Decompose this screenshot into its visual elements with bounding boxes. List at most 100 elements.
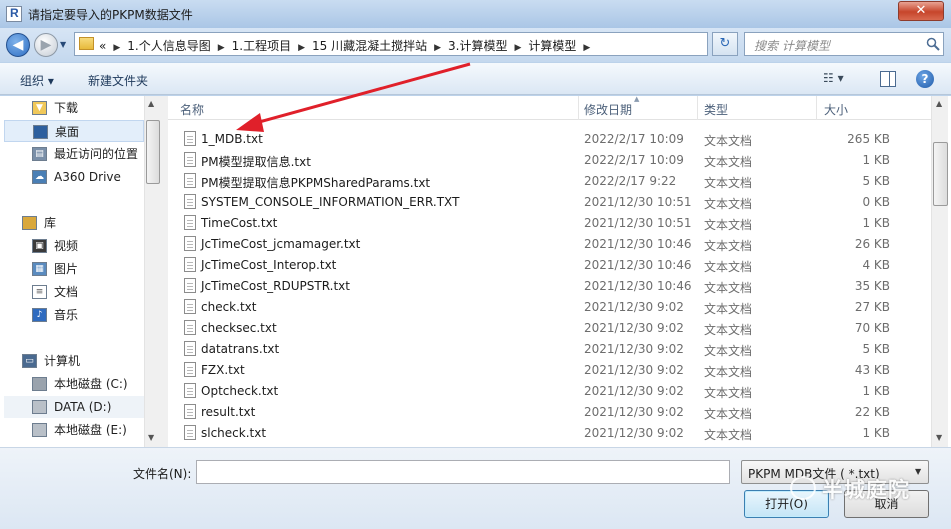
breadcrumb-chevron-icon[interactable]: ▶ [218, 43, 225, 53]
title-bar: 请指定要导入的PKPM数据文件 ✕ [0, 0, 951, 28]
file-type: 文本文档 [704, 176, 753, 190]
breadcrumb-item[interactable]: 3.计算模型 [448, 39, 507, 53]
sidebar-item[interactable]: 本地磁盘 (E:) [4, 419, 144, 441]
table-row[interactable]: PM模型提取信息PKPMSharedParams.txt 2022/2/17 9:… [168, 171, 931, 192]
file-date: 2021/12/30 9:02 [584, 321, 684, 335]
file-date: 2021/12/30 10:51 [584, 195, 692, 209]
file-name-input[interactable]: ▼ [196, 460, 915, 484]
sidebar-item[interactable]: ▣ 视频 [4, 235, 144, 257]
sidebar-item-label: 文档 [54, 285, 79, 299]
text-file-icon [184, 425, 196, 440]
library-icon [22, 216, 37, 230]
text-file-icon [184, 215, 196, 230]
column-divider[interactable] [697, 96, 698, 120]
breadcrumb-overflow[interactable]: « [99, 39, 106, 53]
table-row[interactable]: 1_MDB.txt 2022/2/17 10:09 文本文档 265 KB [168, 129, 931, 150]
file-type: 文本文档 [704, 218, 753, 232]
table-row[interactable]: slcheck.txt 2021/12/30 9:02 文本文档 1 KB [168, 423, 931, 444]
file-size: 22 KB [854, 405, 890, 419]
search-box[interactable]: 搜索 计算模型 [744, 32, 944, 56]
forward-button[interactable]: ▶ [34, 33, 58, 57]
sidebar-item[interactable]: 库 [4, 212, 144, 234]
sidebar-item[interactable]: ▦ 图片 [4, 258, 144, 280]
table-row[interactable]: datatrans.txt 2021/12/30 9:02 文本文档 5 KB [168, 339, 931, 360]
file-type: 文本文档 [704, 386, 753, 400]
pane-splitter[interactable] [160, 96, 168, 447]
new-folder-button[interactable]: 新建文件夹 [88, 72, 148, 89]
sidebar-item[interactable]: ▼ 下载 [4, 97, 144, 119]
text-file-icon [184, 320, 196, 335]
sidebar-item[interactable]: ▭ 计算机 [4, 350, 144, 372]
column-divider[interactable] [816, 96, 817, 120]
breadcrumb-item[interactable]: 1.工程项目 [232, 39, 291, 53]
column-type[interactable]: 类型 [704, 101, 728, 118]
column-size[interactable]: 大小 [824, 101, 848, 118]
back-button[interactable]: ◀ [6, 33, 30, 57]
table-row[interactable]: JcTimeCost_jcmamager.txt 2021/12/30 10:46… [168, 234, 931, 255]
scrollbar-thumb[interactable] [933, 142, 948, 206]
sidebar-item[interactable]: ☁ A360 Drive [4, 166, 144, 188]
refresh-button[interactable]: ↻ [712, 32, 738, 56]
address-bar[interactable]: « ▶ 1.个人信息导图 ▶ 1.工程项目 ▶ 15 川藏混凝土搅拌站 ▶ 3.计算模型 ▶ 计算模… [74, 32, 777, 56]
column-header: 名称 ▲ 修改日期 类型 大小 [168, 95, 931, 120]
table-row[interactable]: result.txt 2021/12/30 9:02 文本文档 22 KB [168, 402, 931, 423]
sidebar-item[interactable]: ≡ 文档 [4, 281, 144, 303]
file-name: TimeCost.txt [201, 216, 278, 230]
table-row[interactable]: SYSTEM_CONSOLE_INFORMATION_ERR.TXT 2021/1… [168, 192, 931, 213]
file-size: 265 KB [847, 132, 890, 146]
breadcrumb: « ▶ 1.个人信息导图 ▶ 1.工程项目 ▶ 15 川藏混凝土搅拌站 ▶ 3.计算模型 ▶ 计算模… [99, 37, 597, 54]
sidebar-item[interactable]: ▤ 最近访问的位置 [4, 143, 144, 165]
breadcrumb-item[interactable]: 1.个人信息导图 [127, 39, 210, 53]
column-name[interactable]: 名称 [180, 101, 204, 118]
music-icon: ♪ [32, 308, 47, 322]
column-date[interactable]: 修改日期 [584, 101, 632, 118]
breadcrumb-chevron-icon[interactable]: ▶ [434, 43, 441, 53]
file-type: 文本文档 [704, 239, 753, 253]
breadcrumb-item[interactable]: 计算模型 [528, 39, 576, 53]
breadcrumb-chevron-icon[interactable]: ▶ [514, 43, 521, 53]
change-view-button[interactable]: ☷ ▾ [823, 71, 863, 89]
organize-button[interactable]: 组织 ▾ [20, 72, 54, 89]
table-row[interactable]: JcTimeCost_Interop.txt 2021/12/30 10:46 文本… [168, 255, 931, 276]
table-row[interactable]: JcTimeCost_RDUPSTR.txt 2021/12/30 10:46 文本… [168, 276, 931, 297]
breadcrumb-chevron-icon[interactable]: ▶ [298, 43, 305, 53]
recent-pages-dropdown-icon[interactable]: ▼ [60, 40, 70, 50]
file-size: 5 KB [862, 174, 890, 188]
cloud-drive-icon: ☁ [32, 170, 47, 184]
sidebar-item[interactable]: 本地磁盘 (C:) [4, 373, 144, 395]
picture-icon: ▦ [32, 262, 47, 276]
preview-pane-icon[interactable] [880, 71, 896, 87]
search-icon[interactable] [926, 37, 940, 51]
scroll-down-icon[interactable]: ▼ [936, 433, 942, 442]
sidebar-item[interactable]: DATA (D:) [4, 396, 144, 418]
search-input[interactable]: 搜索 计算模型 [754, 37, 830, 54]
table-row[interactable]: check.txt 2021/12/30 9:02 文本文档 27 KB [168, 297, 931, 318]
breadcrumb-chevron-icon[interactable]: ▶ [583, 43, 590, 53]
help-button[interactable]: ? [916, 70, 934, 88]
scroll-up-icon[interactable]: ▲ [936, 99, 942, 108]
wechat-logo-icon [790, 476, 816, 500]
scrollbar-thumb[interactable] [146, 120, 160, 184]
file-list-scrollbar[interactable]: ▲ ▼ [931, 96, 948, 447]
table-row[interactable]: PM模型提取信息.txt 2022/2/17 10:09 文本文档 1 KB [168, 150, 931, 171]
drive-icon [32, 400, 47, 414]
text-file-icon [184, 341, 196, 356]
column-divider[interactable] [578, 96, 579, 120]
table-row[interactable]: FZX.txt 2021/12/30 9:02 文本文档 43 KB [168, 360, 931, 381]
table-row[interactable]: TimeCost.txt 2021/12/30 10:51 文本文档 1 KB [168, 213, 931, 234]
breadcrumb-item[interactable]: 15 川藏混凝土搅拌站 [312, 39, 427, 53]
sidebar-item[interactable]: 桌面 [4, 120, 144, 142]
sidebar-item[interactable]: ♪ 音乐 [4, 304, 144, 326]
close-button[interactable]: ✕ [898, 1, 944, 21]
navigation-pane-scrollbar[interactable]: ▲ ▼ [144, 96, 160, 447]
scroll-down-icon[interactable]: ▼ [148, 433, 154, 442]
file-date: 2022/2/17 9:22 [584, 174, 677, 188]
sidebar-item-label: 音乐 [54, 308, 79, 322]
file-type: 文本文档 [704, 260, 753, 274]
table-row[interactable]: Optcheck.txt 2021/12/30 9:02 文本文档 1 KB [168, 381, 931, 402]
breadcrumb-chevron-icon[interactable]: ▶ [113, 43, 120, 53]
sidebar-item-label: 本地磁盘 (C:) [54, 377, 128, 391]
table-row[interactable]: checksec.txt 2021/12/30 9:02 文本文档 70 KB [168, 318, 931, 339]
scroll-up-icon[interactable]: ▲ [148, 99, 154, 108]
file-date: 2021/12/30 9:02 [584, 363, 684, 377]
